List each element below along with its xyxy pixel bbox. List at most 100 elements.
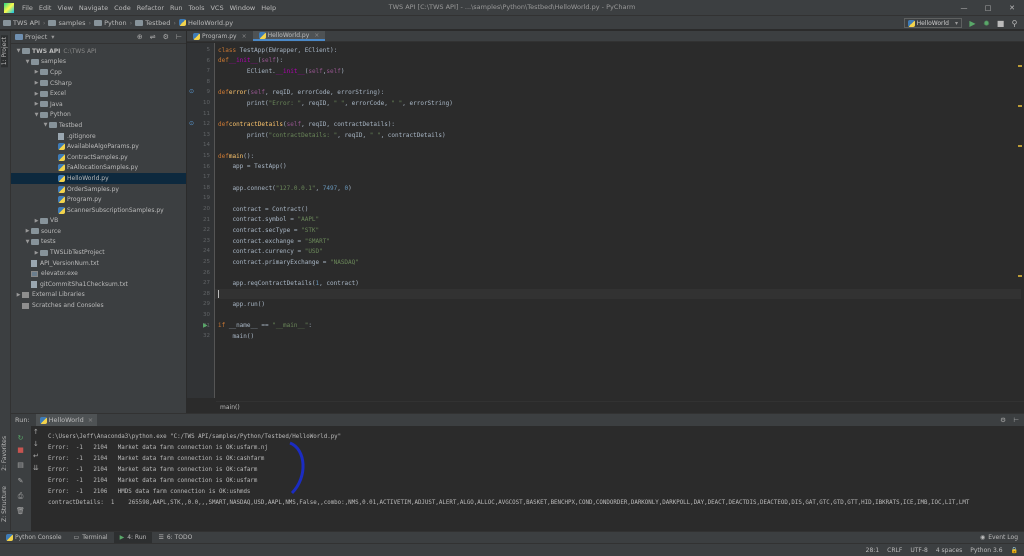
trash-icon[interactable]: 🗑	[16, 506, 25, 515]
editor-tab[interactable]: HelloWorld.py ×	[252, 31, 326, 41]
tree-item[interactable]: ▼ samples	[11, 57, 186, 68]
tree-item[interactable]: FaAllocationSamples.py	[11, 163, 186, 174]
search-everywhere-icon[interactable]: ⚲	[1009, 18, 1020, 29]
warning-mark[interactable]	[1018, 275, 1022, 277]
close-icon[interactable]: ×	[314, 32, 319, 39]
menu-code[interactable]: Code	[111, 4, 134, 12]
collapse-arrow-icon[interactable]: ▶	[33, 80, 40, 86]
tree-item[interactable]: ▶ CSharp	[11, 78, 186, 89]
tree-item[interactable]: ▼ tests	[11, 237, 186, 248]
tree-item[interactable]: ▶ source	[11, 226, 186, 237]
breadcrumb-item[interactable]: Python ›	[91, 19, 132, 27]
override-marker-icon[interactable]: ⊙	[189, 88, 194, 95]
maximize-button[interactable]: □	[976, 0, 1000, 15]
expand-arrow-icon[interactable]: ▼	[15, 48, 22, 54]
code-line[interactable]: if __name__ == "__main__":	[218, 321, 312, 332]
code-line[interactable]: def main ():	[218, 151, 254, 162]
scroll-to-end-icon[interactable]: ⇊	[33, 464, 43, 476]
code-line[interactable]: app.connect("127.0.0.1", 7497, 0)	[218, 183, 351, 194]
override-marker-icon[interactable]: ⊙	[189, 120, 194, 127]
close-button[interactable]: ✕	[1000, 0, 1024, 15]
up-arrow-icon[interactable]: ↑	[33, 428, 43, 440]
menu-vcs[interactable]: VCS	[207, 4, 226, 12]
tree-item[interactable]: Program.py	[11, 194, 186, 205]
gear-icon[interactable]: ⚙	[163, 33, 169, 41]
line-separator[interactable]: CRLF	[887, 547, 902, 554]
code-line[interactable]: main()	[218, 331, 254, 342]
menu-run[interactable]: Run	[167, 4, 185, 12]
favorites-tool-tab[interactable]: 2: Favorites	[1, 436, 8, 471]
expand-arrow-icon[interactable]: ▼	[24, 59, 31, 65]
tree-item[interactable]: ScannerSubscriptionSamples.py	[11, 205, 186, 216]
collapse-arrow-icon[interactable]: ▶	[33, 69, 40, 75]
chevron-down-icon[interactable]: ▾	[51, 33, 54, 41]
tree-item[interactable]: elevator.exe	[11, 268, 186, 279]
locate-icon[interactable]: ⊕	[137, 33, 143, 41]
tree-item[interactable]: .gitignore	[11, 131, 186, 142]
warning-mark[interactable]	[1018, 65, 1022, 67]
code-line[interactable]: contract = Contract()	[218, 204, 308, 215]
layout-icon[interactable]: ▤	[16, 460, 25, 469]
project-tool-tab[interactable]: 1: Project	[1, 35, 8, 68]
code-line[interactable]: contract.secType = "STK"	[218, 225, 319, 236]
collapse-arrow-icon[interactable]: ▶	[24, 228, 31, 234]
project-pane-title[interactable]: Project	[25, 33, 47, 41]
breadcrumb-item[interactable]: samples ›	[45, 19, 91, 27]
hide-icon[interactable]: ⊢	[176, 33, 182, 41]
tree-item[interactable]: ▶ Java	[11, 99, 186, 110]
menu-refactor[interactable]: Refactor	[134, 4, 167, 12]
python-console-tab[interactable]: Python Console	[0, 532, 68, 544]
terminal-tab[interactable]: ▭ Terminal	[68, 532, 114, 544]
code-line[interactable]: app = TestApp()	[218, 162, 286, 173]
menu-view[interactable]: View	[54, 4, 75, 12]
code-line[interactable]: contract.currency = "USD"	[218, 246, 322, 257]
tree-item[interactable]: ▶ Cpp	[11, 67, 186, 78]
tree-item[interactable]: ▶ VB	[11, 216, 186, 227]
code-line[interactable]: contract.primaryExchange = "NASDAQ"	[218, 257, 358, 268]
tree-item[interactable]: ▶ Excel	[11, 88, 186, 99]
file-encoding[interactable]: UTF-8	[910, 547, 928, 554]
tree-item[interactable]: Scratches and Consoles	[11, 300, 186, 311]
print-icon[interactable]: ⎙	[16, 492, 25, 501]
run-tab-helloworld[interactable]: HelloWorld ×	[35, 414, 98, 426]
tree-item[interactable]: gitCommitSha1Checksum.txt	[11, 279, 186, 290]
rerun-icon[interactable]: ↻	[16, 433, 25, 442]
menu-help[interactable]: Help	[258, 4, 279, 12]
menu-file[interactable]: File	[19, 4, 36, 12]
close-icon[interactable]: ×	[242, 33, 247, 40]
tree-item[interactable]: HelloWorld.py	[11, 173, 186, 184]
hide-icon[interactable]: ⊢	[1013, 416, 1019, 424]
run-gutter-icon[interactable]: ▶	[203, 322, 208, 329]
structure-tool-tab[interactable]: Z: Structure	[1, 486, 8, 522]
event-log-tab[interactable]: ◉ Event Log	[974, 532, 1024, 544]
breadcrumb-item[interactable]: HelloWorld.py	[176, 19, 233, 27]
expand-arrow-icon[interactable]: ▼	[42, 122, 49, 128]
run-configuration-select[interactable]: HelloWorld ▾	[903, 18, 962, 28]
tree-item[interactable]: API_VersionNum.txt	[11, 258, 186, 269]
warning-mark[interactable]	[1018, 145, 1022, 147]
menu-window[interactable]: Window	[227, 4, 259, 12]
minimize-button[interactable]: —	[952, 0, 976, 15]
tree-item[interactable]: ContractSamples.py	[11, 152, 186, 163]
code-line[interactable]: print("Error: ", reqID, " ", errorCode, …	[218, 98, 453, 109]
soft-wrap-icon[interactable]: ↵	[33, 452, 43, 464]
lock-icon[interactable]: 🔒	[1011, 547, 1018, 554]
menu-navigate[interactable]: Navigate	[76, 4, 111, 12]
tree-item[interactable]: ▼ Python	[11, 110, 186, 121]
caret-position[interactable]: 28:1	[866, 547, 879, 554]
collapse-all-icon[interactable]: ⇌	[150, 33, 156, 41]
code-line[interactable]: contract.exchange = "SMART"	[218, 236, 330, 247]
editor-tab[interactable]: Program.py ×	[187, 31, 253, 41]
collapse-arrow-icon[interactable]: ▶	[33, 250, 40, 256]
code-line[interactable]: EClient. __init__(self, self)	[218, 66, 345, 77]
breadcrumb-item[interactable]: TWS API ›	[0, 19, 45, 27]
collapse-arrow-icon[interactable]: ▶	[15, 292, 22, 298]
code-line[interactable]: print("contractDetails: ", reqID, " ", c…	[218, 130, 446, 141]
code-line[interactable]: class TestApp(EWrapper, EClient):	[218, 45, 337, 56]
code-area[interactable]: class TestApp(EWrapper, EClient): def __…	[215, 43, 1021, 398]
code-line[interactable]: def contractDetails(self, reqID, contrac…	[218, 119, 395, 130]
run-tool-tab[interactable]: ▶ 4: Run	[113, 531, 153, 544]
console-output[interactable]: C:\Users\Jeff\Anaconda3\python.exe "C:/T…	[48, 431, 1024, 508]
code-line[interactable]: app.reqContractDetails(1, contract)	[218, 278, 358, 289]
tree-item[interactable]: ▼ Testbed	[11, 120, 186, 131]
